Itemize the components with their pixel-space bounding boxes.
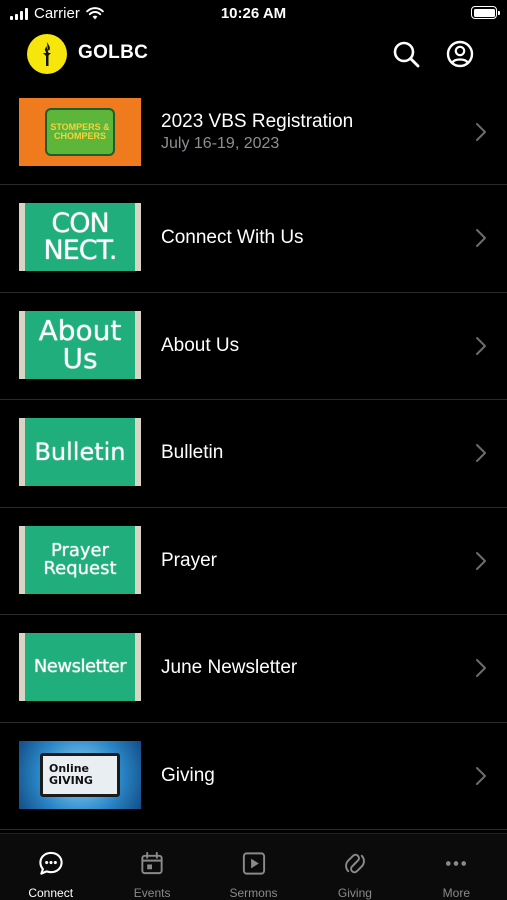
newsletter-thumbnail: Newsletter: [19, 633, 141, 701]
list-item-bulletin[interactable]: Bulletin Bulletin: [0, 400, 507, 508]
bulletin-thumbnail: Bulletin: [19, 418, 141, 486]
app-header: GOLBC: [0, 28, 507, 80]
tab-giving[interactable]: Giving: [304, 834, 405, 900]
prayer-thumbnail: Prayer Request: [19, 525, 141, 594]
list-item-subtitle: July 16-19, 2023: [161, 135, 280, 152]
chevron-right-icon: [476, 229, 486, 248]
chevron-right-icon: [476, 336, 486, 355]
list-item-about-us[interactable]: About Us About Us: [0, 293, 507, 400]
chevron-right-icon: [476, 551, 486, 570]
about-thumbnail: About Us: [19, 310, 141, 379]
connect-thumb-text: CON NECT.: [43, 208, 118, 266]
chat-bubble-icon: [39, 851, 63, 875]
tab-label: More: [442, 886, 470, 900]
church-logo[interactable]: [27, 34, 67, 74]
chevron-right-icon: [476, 659, 486, 678]
newsletter-thumb-text: Newsletter: [33, 656, 127, 677]
list-item-title: About Us: [161, 334, 240, 356]
list-item-giving[interactable]: Online GIVING Giving: [0, 723, 507, 830]
tab-connect[interactable]: Connect: [0, 834, 101, 900]
tab-events[interactable]: Events: [101, 834, 202, 900]
app-title: GOLBC: [78, 42, 149, 63]
connect-thumbnail: CON NECT.: [19, 203, 141, 271]
list-item-title: Bulletin: [161, 442, 224, 464]
tab-sermons[interactable]: Sermons: [203, 834, 304, 900]
clock: 10:26 AM: [220, 5, 287, 22]
list-item-title: Prayer: [161, 549, 217, 571]
list-item-june-newsletter[interactable]: Newsletter June Newsletter: [0, 615, 507, 723]
play-icon: [242, 852, 265, 875]
tab-label: Connect: [28, 886, 74, 900]
list-item-prayer[interactable]: Prayer Request Prayer: [0, 508, 507, 615]
list-item-title: Giving: [161, 764, 215, 786]
list-item-title: Connect With Us: [161, 227, 304, 249]
tab-label: Sermons: [229, 886, 278, 900]
list-item-title: June Newsletter: [161, 657, 298, 679]
torch-icon: [43, 42, 51, 66]
profile-icon[interactable]: [444, 38, 476, 70]
search-icon[interactable]: [390, 38, 422, 70]
vbs-thumb-text: STOMPERS & CHOMPERS: [45, 108, 115, 156]
chevron-right-icon: [476, 444, 486, 463]
calendar-icon: [141, 851, 163, 875]
list-item-title: 2023 VBS Registration: [161, 111, 354, 132]
chevron-right-icon: [476, 123, 486, 141]
status-bar: Carrier 10:26 AM: [0, 0, 507, 28]
chevron-right-icon: [476, 766, 486, 785]
tab-more[interactable]: More: [406, 834, 507, 900]
content-list: STOMPERS & CHOMPERS 2023 VBS Registratio…: [0, 80, 507, 830]
giving-thumbnail: Online GIVING: [19, 740, 141, 809]
giving-thumb-text: Online GIVING: [49, 761, 93, 787]
more-icon: [446, 861, 467, 866]
prayer-thumb-text: Prayer Request: [43, 539, 117, 579]
giving-icon: [345, 853, 365, 874]
list-item-vbs-registration[interactable]: STOMPERS & CHOMPERS 2023 VBS Registratio…: [0, 80, 507, 185]
battery-icon: [471, 6, 500, 19]
about-thumb-text: About Us: [38, 313, 122, 375]
vbs-thumbnail: STOMPERS & CHOMPERS: [19, 98, 141, 166]
tab-bar: Connect Events Sermons Giving More: [0, 833, 507, 900]
tab-label: Events: [133, 886, 171, 900]
bulletin-thumb-text: Bulletin: [34, 438, 126, 466]
list-item-connect-with-us[interactable]: CON NECT. Connect With Us: [0, 185, 507, 293]
tab-label: Giving: [337, 886, 372, 900]
